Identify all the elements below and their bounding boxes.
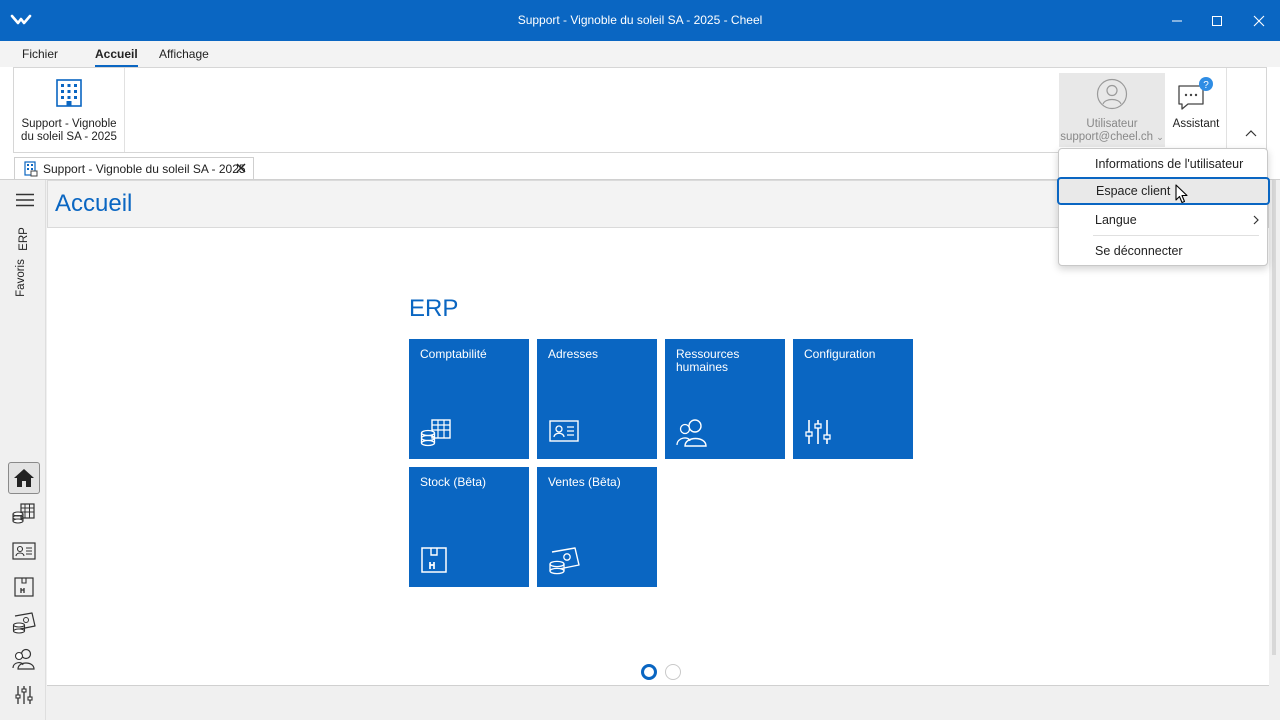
pager-dot-2[interactable] — [665, 664, 681, 680]
assistant-chat-icon: ? — [1178, 77, 1213, 110]
sidebar-item-sales[interactable] — [8, 607, 40, 639]
tab-fichier[interactable]: Fichier — [22, 47, 58, 61]
sidebar-tab-erp[interactable]: ERP — [18, 227, 30, 251]
company-button[interactable]: Support - Vignoble du soleil SA - 2025 — [14, 68, 125, 152]
home-icon — [14, 469, 34, 487]
ribbon-separator — [1226, 68, 1227, 152]
sidebar-item-hr[interactable] — [8, 643, 40, 675]
svg-text:?: ? — [1203, 80, 1209, 91]
user-dropdown-menu: Informations de l'utilisateur Espace cli… — [1057, 148, 1270, 266]
mouse-cursor-icon — [1175, 184, 1188, 204]
assistant-button[interactable]: ? Assistant — [1166, 73, 1226, 147]
close-window-button[interactable] — [1236, 0, 1280, 41]
sliders-icon — [805, 420, 831, 444]
minimize-icon — [1172, 20, 1182, 21]
assistant-label: Assistant — [1172, 118, 1220, 130]
user-avatar-icon — [1096, 78, 1128, 110]
title-bar: Support - Vignoble du soleil SA - 2025 -… — [0, 0, 1280, 41]
maximize-button[interactable] — [1194, 0, 1240, 41]
stock-box-icon — [421, 547, 447, 573]
document-tab[interactable]: Support - Vignoble du soleil SA - 2025 — [14, 157, 254, 180]
ribbon-panel: Support - Vignoble du soleil SA - 2025 U… — [13, 67, 1267, 153]
user-name-label: Utilisateur — [1086, 118, 1138, 130]
ribbon-tab-strip: Fichier Accueil Affichage — [0, 41, 1280, 68]
sales-icon — [549, 547, 580, 575]
menu-item-user-info[interactable]: Informations de l'utilisateur — [1059, 150, 1267, 178]
tile-ventes[interactable]: Ventes (Bêta) — [537, 467, 657, 587]
sidebar-item-accounting[interactable] — [8, 498, 40, 530]
sidebar-item-stock[interactable] — [8, 571, 40, 603]
company-label: Support - Vignoble du soleil SA - 2025 — [21, 118, 117, 143]
page-title: Accueil — [55, 190, 133, 217]
accounting-icon — [420, 419, 451, 447]
sliders-icon — [15, 686, 33, 704]
sidebar-item-configuration[interactable] — [8, 679, 40, 711]
tile-stock[interactable]: Stock (Bêta) — [409, 467, 529, 587]
tile-label: Ressources humaines — [676, 347, 740, 374]
user-button[interactable]: Utilisateur support@cheel.ch ⌄ — [1059, 73, 1165, 147]
people-icon — [676, 419, 707, 447]
menu-separator — [1093, 235, 1259, 236]
user-email-row: support@cheel.ch ⌄ — [1059, 131, 1165, 144]
menu-item-language[interactable]: Langue — [1059, 206, 1267, 234]
tile-comptabilite[interactable]: Comptabilité — [409, 339, 529, 459]
people-icon — [12, 648, 35, 670]
menu-item-label: Informations de l'utilisateur — [1095, 157, 1244, 171]
user-label: Utilisateur support@cheel.ch ⌄ — [1059, 118, 1165, 144]
address-card-icon — [12, 542, 36, 560]
maximize-icon — [1212, 15, 1222, 26]
chevron-down-icon: ⌄ — [1156, 132, 1164, 142]
status-bar — [47, 685, 1269, 716]
tab-affichage[interactable]: Affichage — [159, 47, 209, 61]
building-icon — [56, 79, 82, 107]
scrollbar[interactable] — [1272, 180, 1276, 655]
menu-item-label: Se déconnecter — [1095, 244, 1183, 258]
menu-item-label: Langue — [1095, 213, 1137, 227]
tab-accueil[interactable]: Accueil — [95, 47, 138, 68]
sidebar-tab-favoris[interactable]: Favoris — [15, 259, 27, 297]
section-title-erp: ERP — [409, 295, 459, 322]
window-title: Support - Vignoble du soleil SA - 2025 -… — [517, 13, 763, 27]
sidebar-item-home[interactable] — [8, 462, 40, 494]
close-tab-icon[interactable] — [235, 162, 247, 174]
document-building-icon — [24, 161, 38, 177]
tile-label: Ventes (Bêta) — [548, 475, 621, 489]
tile-label: Adresses — [548, 347, 599, 361]
stock-box-icon — [14, 577, 34, 597]
tile-label: Stock (Bêta) — [420, 475, 487, 489]
close-icon — [1253, 15, 1265, 26]
document-tab-label: Support - Vignoble du soleil SA - 2025 — [43, 162, 246, 176]
tile-label: Comptabilité — [420, 347, 487, 361]
address-card-icon — [549, 420, 579, 442]
menu-item-customer-space[interactable]: Espace client — [1057, 177, 1270, 205]
collapse-ribbon-icon[interactable] — [1243, 126, 1259, 142]
tile-ressources-humaines[interactable]: Ressources humaines — [665, 339, 785, 459]
sidebar-item-addresses[interactable] — [8, 535, 40, 567]
tile-adresses[interactable]: Adresses — [537, 339, 657, 459]
pager-dot-1[interactable] — [641, 664, 657, 680]
menu-item-label: Espace client — [1096, 184, 1171, 198]
menu-item-logout[interactable]: Se déconnecter — [1059, 237, 1267, 265]
user-email: support@cheel.ch — [1060, 131, 1154, 143]
chevron-right-icon — [1253, 215, 1259, 225]
tile-label: Configuration — [804, 347, 876, 361]
accounting-icon — [12, 503, 35, 524]
sales-icon — [12, 612, 36, 634]
tile-configuration[interactable]: Configuration — [793, 339, 913, 459]
hamburger-menu-icon[interactable] — [16, 193, 34, 207]
